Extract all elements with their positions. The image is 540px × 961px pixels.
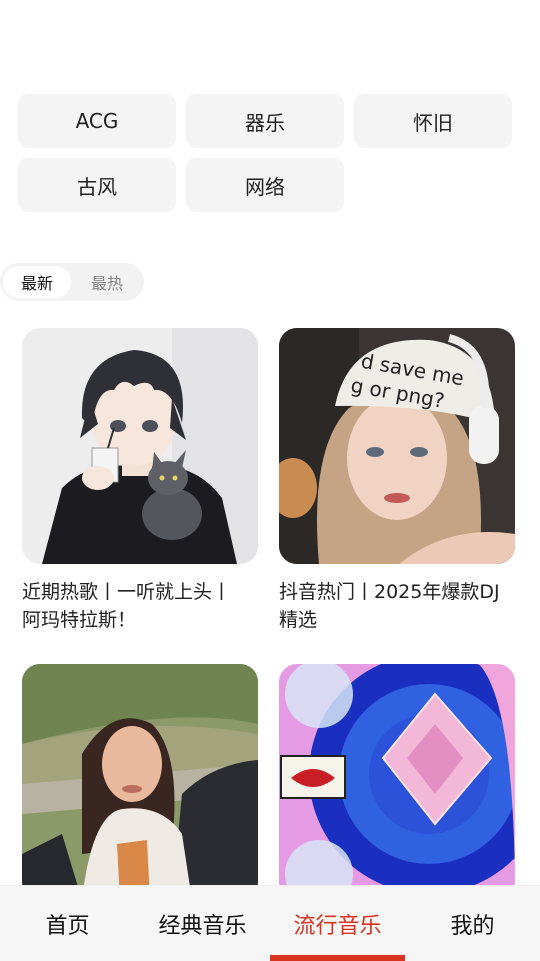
sort-option-newest[interactable]: 最新 (3, 266, 71, 298)
category-chip-internet[interactable]: 网络 (186, 158, 344, 212)
category-label: 古风 (77, 174, 117, 199)
playlist-cover-2[interactable]: d save me g or png? (279, 328, 515, 564)
playlist-cover-1[interactable] (22, 328, 258, 564)
playlist-title-1[interactable]: 近期热歌丨一听就上头丨 阿玛特拉斯！ (22, 578, 258, 634)
anime-boy-illustration (22, 328, 258, 564)
category-chip-instrumental[interactable]: 器乐 (186, 94, 344, 148)
girl-by-car-photo (22, 664, 258, 900)
category-label: ACG (75, 109, 119, 133)
girl-headphones-photo: d save me g or png? (279, 328, 515, 564)
category-chip-nostalgic[interactable]: 怀旧 (354, 94, 512, 148)
tab-classic-music[interactable]: 经典音乐 (135, 886, 270, 961)
playlist-cover-3[interactable] (22, 664, 258, 900)
playlist-cover-4[interactable] (279, 664, 515, 900)
vinyl-album-art (279, 664, 515, 900)
tab-home[interactable]: 首页 (0, 886, 135, 961)
category-label: 怀旧 (413, 110, 453, 135)
category-chip-ancient-style[interactable]: 古风 (18, 158, 176, 212)
tab-mine[interactable]: 我的 (405, 886, 540, 961)
tab-pop-music[interactable]: 流行音乐 (270, 886, 405, 961)
sort-option-hottest[interactable]: 最热 (73, 266, 141, 298)
category-chip-acg[interactable]: ACG (18, 94, 176, 148)
category-label: 器乐 (245, 110, 285, 135)
active-tab-indicator (270, 955, 405, 961)
bottom-tab-bar: 首页 经典音乐 流行音乐 我的 (0, 885, 540, 961)
sort-toggle: 最新 最热 (0, 263, 144, 301)
playlist-title-2[interactable]: 抖音热门丨2025年爆款DJ 精选 (279, 578, 515, 634)
category-label: 网络 (245, 174, 285, 199)
